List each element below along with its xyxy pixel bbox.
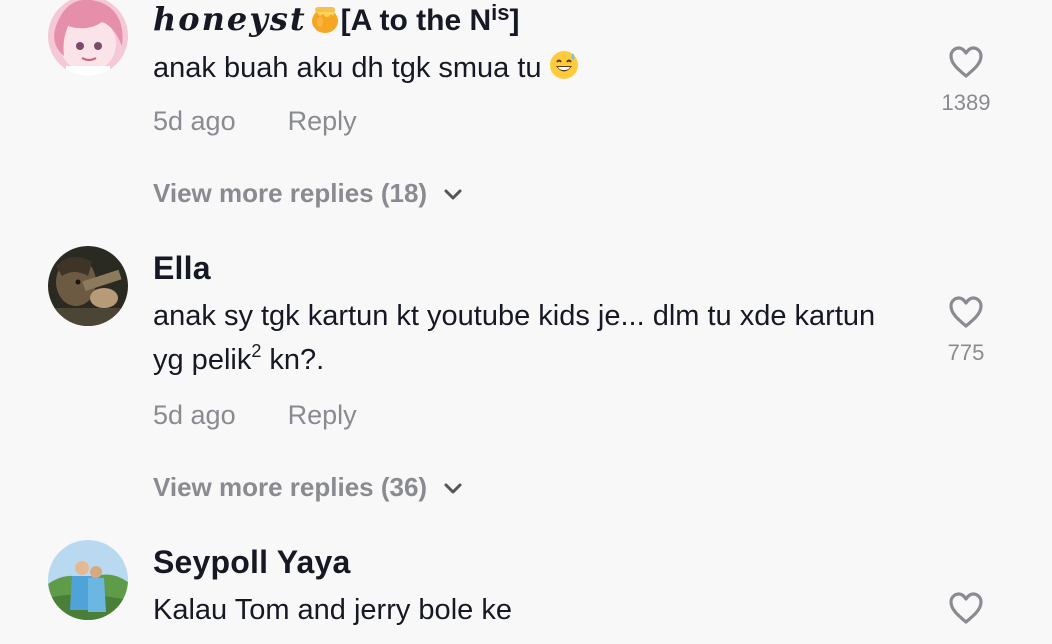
- like-button[interactable]: 775: [930, 294, 1002, 366]
- comment-meta: 5d ago Reply: [153, 106, 357, 137]
- chevron-down-icon: [443, 178, 463, 209]
- grinning-sweat-emoji-icon: [548, 49, 580, 94]
- comment-username[interactable]: Seypoll Yaya: [153, 544, 351, 581]
- heart-outline-icon: [949, 46, 983, 78]
- reply-button[interactable]: Reply: [288, 106, 357, 136]
- comment-username[interactable]: honeyst [A to the Nis]: [153, 0, 520, 42]
- comment-username[interactable]: Ella: [153, 250, 211, 287]
- username-text: honeyst: [153, 0, 307, 38]
- username-suffix: [A to the Nis]: [340, 0, 520, 37]
- reply-button[interactable]: Reply: [288, 400, 357, 430]
- view-more-label: View more replies (36): [153, 472, 428, 502]
- heart-outline-icon: [949, 592, 983, 624]
- avatar[interactable]: [48, 246, 128, 326]
- view-more-replies-button[interactable]: View more replies (18): [153, 178, 463, 209]
- avatar[interactable]: [48, 0, 128, 76]
- chevron-down-icon: [443, 472, 463, 503]
- like-button[interactable]: 1389: [930, 44, 1002, 116]
- comment-item: Seypoll Yaya Kalau Tom and jerry bole ke: [0, 540, 1052, 644]
- comment-timestamp: 5d ago: [153, 400, 236, 430]
- comment-meta: 5d ago Reply: [153, 400, 357, 431]
- like-count: 1389: [941, 90, 991, 115]
- comment-text: Kalau Tom and jerry bole ke: [153, 594, 512, 626]
- comment-timestamp: 5d ago: [153, 106, 236, 136]
- comment-text: anak sy tgk kartun kt youtube kids je...…: [153, 300, 876, 376]
- heart-outline-icon: [949, 296, 983, 328]
- honey-pot-icon: [309, 2, 341, 42]
- like-count: 775: [947, 340, 985, 365]
- like-button[interactable]: [930, 590, 1002, 626]
- comment-text: anak buah aku dh tgk smua tu: [153, 46, 893, 94]
- view-more-label: View more replies (18): [153, 178, 428, 208]
- avatar[interactable]: [48, 540, 128, 620]
- view-more-replies-button[interactable]: View more replies (36): [153, 472, 463, 503]
- comment-item: Ella anak sy tgk kartun kt youtube kids …: [0, 246, 1052, 516]
- comment-item: honeyst [A to the Nis] anak buah aku dh t…: [0, 0, 1052, 230]
